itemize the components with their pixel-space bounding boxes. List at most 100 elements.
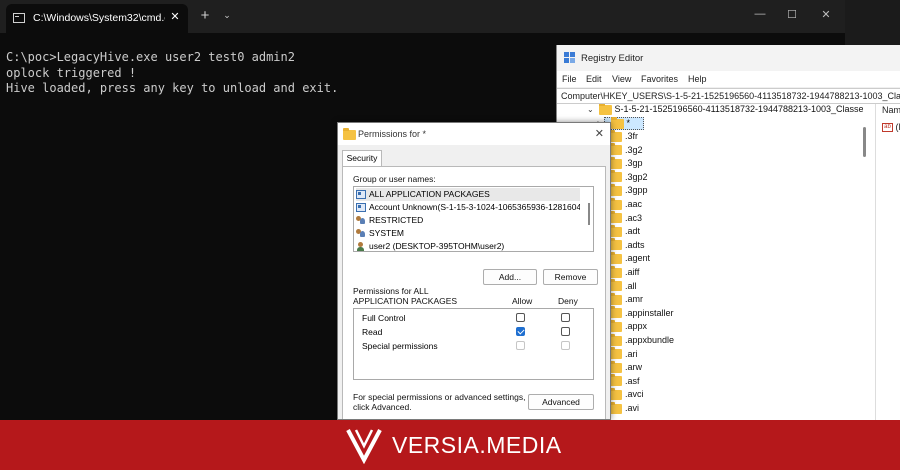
group-label: Group or user names: (353, 174, 436, 184)
value-name: (D (895, 122, 900, 132)
brand-banner: VERSIA.MEDIA (0, 420, 900, 470)
user-name: Account Unknown(S-1-15-3-1024-1065365936… (369, 202, 580, 212)
registry-key-label: .avi (625, 403, 640, 413)
list-item[interactable]: SYSTEM (356, 227, 580, 240)
permissions-title: Permissions for * (358, 129, 427, 139)
registry-key-label: .arw (625, 362, 643, 373)
registry-key-item[interactable]: .appx (609, 320, 648, 335)
tree-selected-label: * (626, 118, 631, 128)
registry-key-item[interactable]: .avci (609, 388, 644, 403)
advanced-hint-2: click Advanced. (353, 402, 412, 412)
registry-key-label: .3gp2 (625, 171, 648, 182)
minimize-icon[interactable]: — (752, 8, 768, 20)
registry-key-item[interactable]: .3gpp (609, 184, 648, 199)
registry-key-label: .adt (625, 226, 641, 237)
list-item[interactable]: user2 (DESKTOP-395TOHM\user2) (356, 240, 580, 251)
folder-icon (599, 104, 612, 115)
registry-key-label: .3gp (625, 158, 643, 169)
advanced-button[interactable]: Advanced (528, 394, 594, 410)
permissions-title-bar: Permissions for * ✕ (338, 123, 610, 145)
menu-help[interactable]: Help (688, 74, 707, 84)
special-deny-checkbox (561, 341, 570, 350)
tree-root-key[interactable]: S-1-5-21-1525196560-4113518732-194478821… (599, 104, 863, 117)
registry-key-label: .aac (625, 199, 643, 209)
tab-security[interactable]: Security (342, 150, 382, 167)
registry-address-text: Computer\HKEY_USERS\S-1-5-21-1525196560-… (561, 91, 900, 101)
permissions-dialog: Permissions for * ✕ Security Group or us… (337, 122, 611, 420)
registry-key-item[interactable]: .avi (609, 401, 640, 417)
permissions-for-label-2: APPLICATION PACKAGES (353, 296, 458, 306)
user-name: user2 (DESKTOP-395TOHM\user2) (369, 241, 505, 251)
user-name: SYSTEM (369, 228, 404, 238)
registry-key-label: .3gpp (625, 185, 648, 196)
menu-file[interactable]: File (562, 74, 577, 84)
tree-root-label: S-1-5-21-1525196560-4113518732-194478821… (614, 104, 863, 114)
registry-key-label: .3g2 (625, 144, 643, 155)
list-item[interactable]: RESTRICTED (356, 214, 580, 227)
group-icon (356, 216, 366, 225)
perm-special: Special permissions (362, 341, 438, 351)
terminal-tab-title: C:\Windows\System32\cmd.e (33, 12, 165, 24)
folder-icon (611, 116, 624, 129)
user-name: RESTRICTED (369, 215, 424, 225)
menu-edit[interactable]: Edit (586, 74, 602, 84)
terminal-output[interactable]: C:\poc>LegacyHive.exe user2 test0 admin2… (6, 50, 338, 97)
perm-read: Read (362, 327, 383, 337)
read-allow-checkbox[interactable] (516, 327, 525, 336)
chevron-down-icon[interactable]: ⌄ (221, 10, 233, 21)
menu-view[interactable]: View (612, 74, 631, 84)
registry-key-item[interactable]: .appinstaller (609, 306, 674, 322)
registry-key-label: .all (625, 280, 637, 291)
new-tab-button[interactable]: + (198, 8, 212, 23)
user-list[interactable]: ALL APPLICATION PACKAGES Account Unknown… (353, 186, 594, 252)
user-list-scrollbar[interactable] (588, 203, 590, 225)
string-value-icon: ab (882, 123, 893, 133)
registry-address-bar[interactable]: Computer\HKEY_USERS\S-1-5-21-1525196560-… (557, 88, 900, 104)
registry-key-label: .ac3 (625, 212, 643, 223)
terminal-tab[interactable]: C:\Windows\System32\cmd.e ✕ (6, 4, 188, 33)
full-control-allow-checkbox[interactable] (516, 313, 525, 322)
list-item[interactable]: ALL APPLICATION PACKAGES (356, 188, 580, 201)
user-name: ALL APPLICATION PACKAGES (369, 189, 490, 199)
registry-key-label: .3fr (625, 131, 639, 141)
add-button[interactable]: Add... (483, 269, 537, 285)
registry-key-item[interactable]: .agent (609, 252, 651, 267)
allow-column-header: Allow (512, 296, 533, 306)
read-deny-checkbox[interactable] (561, 327, 570, 336)
registry-key-label: .asf (625, 375, 640, 386)
registry-key-item[interactable]: .appxbundle (609, 333, 675, 349)
registry-key-label: .agent (625, 253, 651, 264)
permissions-for-label: Permissions for ALL (353, 286, 429, 296)
terminal-line: Hive loaded, press any key to unload and… (6, 81, 339, 95)
permissions-list: Full Control Read Special permissions (353, 308, 594, 380)
user-icon (356, 242, 366, 251)
advanced-hint: For special permissions or advanced sett… (353, 392, 526, 402)
list-item[interactable]: Account Unknown(S-1-15-3-1024-1065365936… (356, 201, 580, 214)
registry-values-pane: Nam ab (D (876, 104, 900, 420)
special-allow-checkbox (516, 341, 525, 350)
full-control-deny-checkbox[interactable] (561, 313, 570, 322)
registry-key-label: .adts (625, 239, 645, 250)
group-icon (356, 229, 366, 238)
close-window-icon[interactable]: ✕ (818, 8, 834, 21)
chevron-down-icon[interactable]: ⌄ (587, 105, 594, 114)
registry-menu-bar: File Edit View Favorites Help (557, 71, 900, 88)
terminal-icon (13, 13, 25, 23)
registry-key-label: .appx (625, 321, 648, 332)
remove-button[interactable]: Remove (543, 269, 598, 285)
security-tab-page: Group or user names: ALL APPLICATION PAC… (342, 166, 606, 419)
value-row[interactable]: ab (D (882, 122, 900, 133)
close-icon[interactable]: ✕ (168, 10, 182, 24)
registry-key-label: .ari (625, 348, 638, 359)
registry-key-item[interactable]: .3gp2 (609, 170, 648, 186)
terminal-line: C:\poc>LegacyHive.exe user2 test0 admin2 (6, 50, 295, 64)
deny-column-header: Deny (558, 296, 578, 306)
close-icon[interactable]: ✕ (595, 127, 604, 140)
maximize-icon[interactable]: ☐ (784, 8, 800, 21)
registry-key-label: .appxbundle (625, 335, 675, 345)
menu-favorites[interactable]: Favorites (641, 74, 678, 84)
package-icon (356, 203, 366, 213)
values-header-name[interactable]: Nam (882, 105, 900, 115)
tree-scrollbar[interactable] (863, 127, 866, 157)
registry-icon (564, 52, 576, 64)
